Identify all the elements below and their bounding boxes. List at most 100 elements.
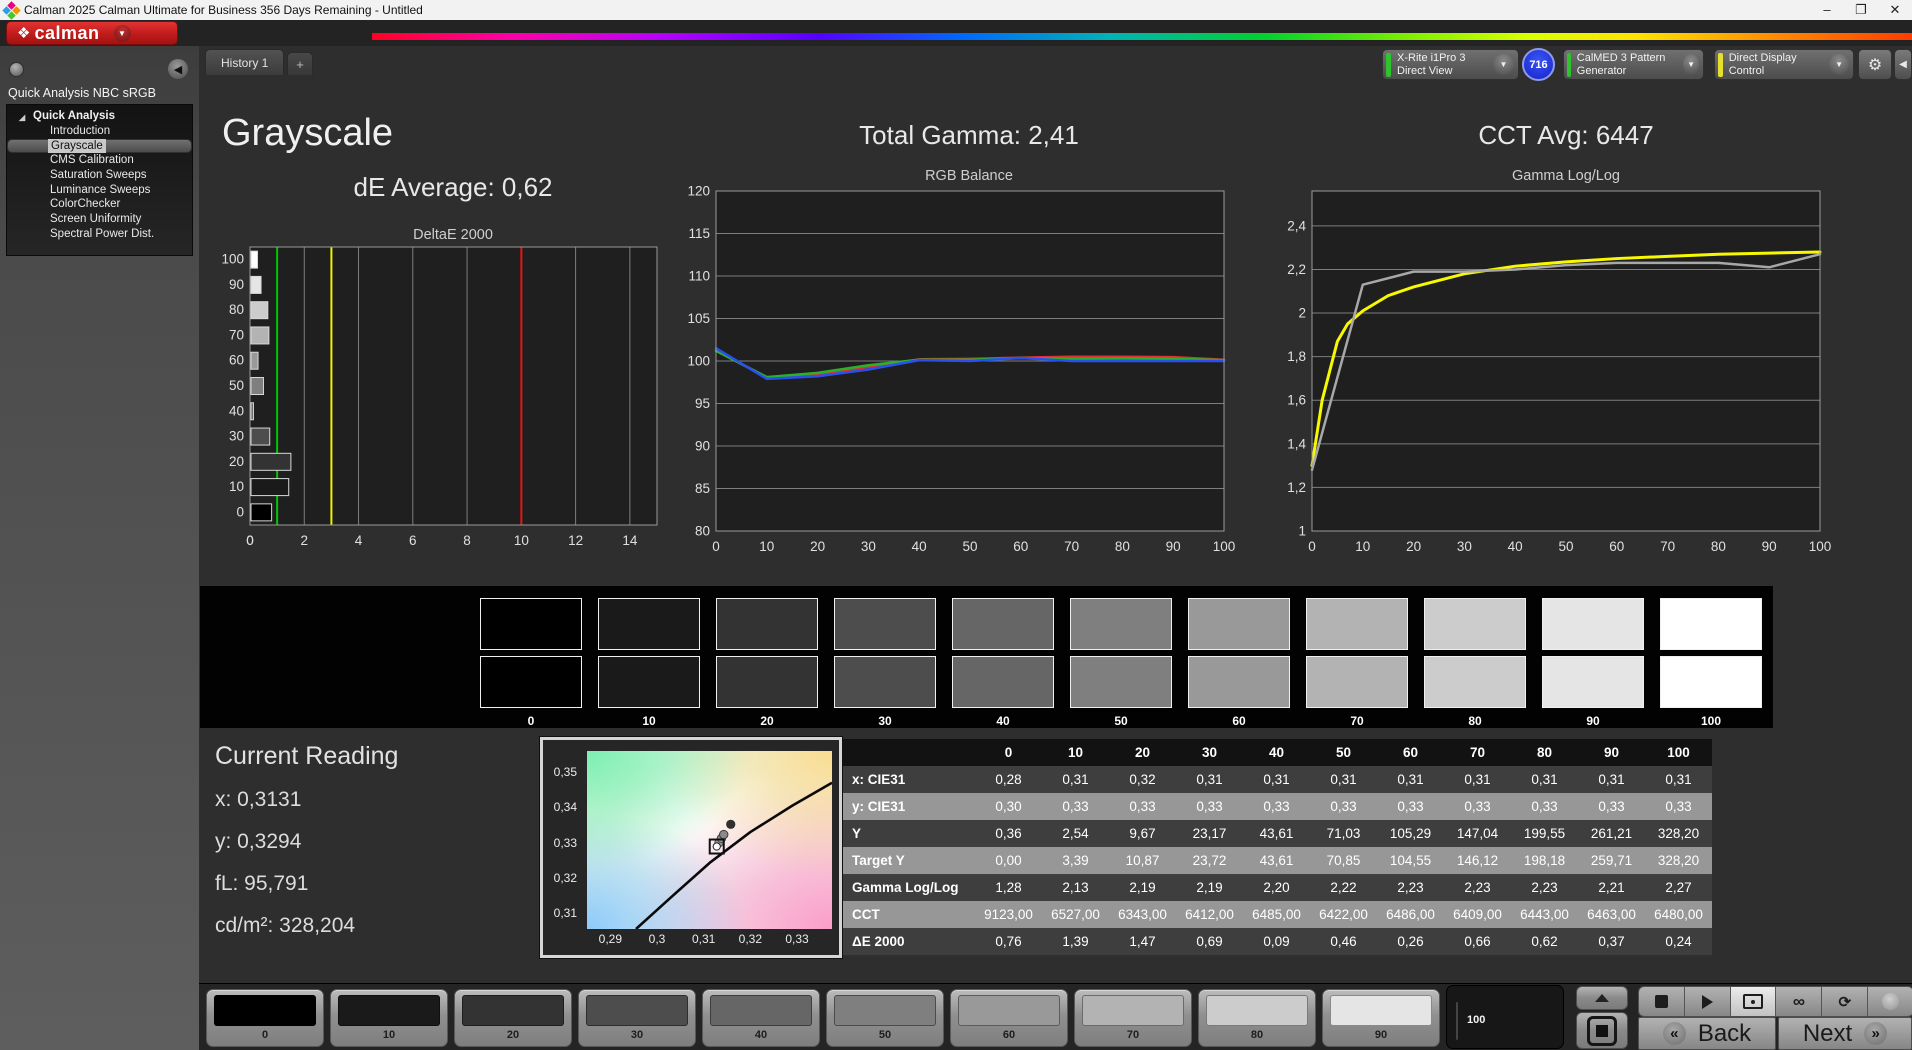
blank-button[interactable]	[1868, 987, 1912, 1016]
swatch-level-label: 80	[1424, 714, 1526, 728]
add-tab-button[interactable]: +	[287, 52, 313, 75]
table-cell: 2,22	[1310, 874, 1377, 901]
svg-text:20: 20	[810, 539, 825, 554]
cie-plot-area	[587, 751, 832, 929]
sidebar-item-cms-calibration[interactable]: CMS Calibration	[7, 153, 192, 168]
patch-panel-up-button[interactable]	[1576, 986, 1628, 1010]
svg-text:50: 50	[962, 539, 977, 554]
table-cell: 1,39	[1042, 928, 1109, 955]
pattern-button-40[interactable]: 40	[702, 989, 820, 1047]
pattern-button-50[interactable]: 50	[826, 989, 944, 1047]
minimize-button[interactable]: –	[1810, 0, 1844, 20]
svg-text:70: 70	[1064, 539, 1079, 554]
sidebar-radio-button[interactable]	[9, 62, 24, 77]
pattern-button-90[interactable]: 90	[1322, 989, 1440, 1047]
target-swatch-40	[952, 656, 1054, 708]
table-cell: 0,24	[1645, 928, 1712, 955]
restore-button[interactable]: ❐	[1844, 0, 1878, 20]
pattern-generator-label: CalMED 3 Pattern Generator	[1577, 52, 1683, 77]
svg-text:0: 0	[1308, 539, 1316, 554]
table-cell: 0,36	[975, 820, 1042, 847]
gamma-loglog-line-chart: 11,21,41,61,822,22,401020304050607080901…	[1272, 185, 1832, 557]
table-cell: 328,20	[1645, 820, 1712, 847]
sidebar-item-grayscale[interactable]: Grayscale	[7, 139, 192, 154]
table-cell: 6422,00	[1310, 901, 1377, 928]
chevron-down-icon[interactable]: ▼	[1829, 54, 1849, 75]
sidebar-item-introduction[interactable]: Introduction	[7, 124, 192, 139]
svg-text:60: 60	[1609, 539, 1624, 554]
pattern-button-80[interactable]: 80	[1198, 989, 1316, 1047]
panel-collapse-button[interactable]: ◀	[1894, 49, 1912, 80]
svg-text:10: 10	[1355, 539, 1370, 554]
pattern-window-button[interactable]	[1731, 987, 1777, 1016]
calman-menu-button[interactable]: ❖ calman ▼	[6, 21, 178, 45]
table-cell: 328,20	[1645, 847, 1712, 874]
pattern-button-70[interactable]: 70	[1074, 989, 1192, 1047]
pattern-button-20[interactable]: 20	[454, 989, 572, 1047]
table-column-header: 0	[975, 739, 1042, 766]
svg-text:100: 100	[1809, 539, 1832, 554]
table-row: Y0,362,549,6723,1743,6171,03105,29147,04…	[843, 820, 1712, 847]
target-swatch-10	[598, 656, 700, 708]
stop-button[interactable]	[1639, 987, 1685, 1016]
chevron-down-icon[interactable]: ▼	[114, 25, 131, 42]
chevron-down-icon[interactable]: ▼	[1683, 54, 1699, 75]
svg-text:80: 80	[1115, 539, 1130, 554]
pattern-swatch	[1330, 995, 1432, 1026]
next-button[interactable]: Next »	[1778, 1017, 1912, 1050]
pattern-button-30[interactable]: 30	[578, 989, 696, 1047]
tree-expand-icon[interactable]: ◢	[19, 110, 25, 125]
loop-button[interactable]: ⟳	[1822, 987, 1868, 1016]
display-control-label: Direct Display Control	[1729, 52, 1829, 77]
tab-history-1[interactable]: History 1	[205, 49, 284, 75]
tree-root-quick-analysis[interactable]: ◢ Quick Analysis	[7, 109, 192, 124]
table-column-header: 30	[1176, 739, 1243, 766]
swatch-level-label: 50	[1070, 714, 1172, 728]
svg-text:1: 1	[1298, 524, 1306, 539]
play-button[interactable]	[1685, 987, 1731, 1016]
svg-text:80: 80	[1711, 539, 1726, 554]
pattern-generator-select[interactable]: CalMED 3 Pattern Generator ▼	[1563, 49, 1704, 80]
pattern-button-10[interactable]: 10	[330, 989, 448, 1047]
sidebar-item-colorchecker[interactable]: ColorChecker	[7, 197, 192, 212]
display-control-select[interactable]: Direct Display Control ▼	[1714, 49, 1854, 80]
svg-text:10: 10	[514, 533, 529, 548]
table-cell: 0,09	[1243, 928, 1310, 955]
sidebar-item-spectral-power-dist-[interactable]: Spectral Power Dist.	[7, 227, 192, 242]
pattern-button-60[interactable]: 60	[950, 989, 1068, 1047]
svg-text:95: 95	[695, 396, 710, 411]
pattern-button-0[interactable]: 0	[206, 989, 324, 1047]
table-cell: 146,12	[1444, 847, 1511, 874]
svg-text:50: 50	[1558, 539, 1573, 554]
sidebar-item-luminance-sweeps[interactable]: Luminance Sweeps	[7, 183, 192, 198]
close-button[interactable]: ✕	[1878, 0, 1912, 20]
settings-button[interactable]: ⚙	[1858, 49, 1892, 80]
table-cell: 0,37	[1578, 928, 1645, 955]
total-gamma-heading: Total Gamma: 2,41	[769, 120, 1169, 151]
table-cell: 6412,00	[1176, 901, 1243, 928]
actual-swatch-10	[598, 598, 700, 650]
target-swatch-60	[1188, 656, 1290, 708]
grayscale-swatch-strip: Actual Target 0102030405060708090100	[200, 586, 1773, 728]
continuous-button[interactable]: ∞	[1776, 987, 1822, 1016]
chevrons-left-icon: «	[1663, 1022, 1686, 1045]
table-row: ΔE 20000,761,391,470,690,090,460,260,660…	[843, 928, 1712, 955]
table-cell: 0,33	[1042, 793, 1109, 820]
sidebar-collapse-icon[interactable]: ◀	[168, 59, 188, 79]
meter-count-badge[interactable]: 716	[1522, 48, 1555, 81]
cie-y-tick: 0,31	[541, 906, 577, 920]
svg-text:0: 0	[246, 533, 254, 548]
sidebar-item-saturation-sweeps[interactable]: Saturation Sweeps	[7, 168, 192, 183]
meter-select[interactable]: X-Rite i1Pro 3 Direct View ▼	[1382, 49, 1519, 80]
chevron-down-icon[interactable]: ▼	[1493, 54, 1514, 75]
calman-diamond-icon: ❖	[17, 24, 30, 42]
pattern-window-button[interactable]	[1576, 1012, 1628, 1049]
actual-swatch-40	[952, 598, 1054, 650]
sidebar-item-screen-uniformity[interactable]: Screen Uniformity	[7, 212, 192, 227]
pattern-button-100[interactable]: 100	[1446, 985, 1564, 1049]
table-cell: 0,76	[975, 928, 1042, 955]
transport-controls: ∞⟳	[1638, 986, 1912, 1017]
swatch-level-label: 10	[598, 714, 700, 728]
back-button[interactable]: « Back	[1638, 1017, 1776, 1050]
actual-swatch-60	[1188, 598, 1290, 650]
